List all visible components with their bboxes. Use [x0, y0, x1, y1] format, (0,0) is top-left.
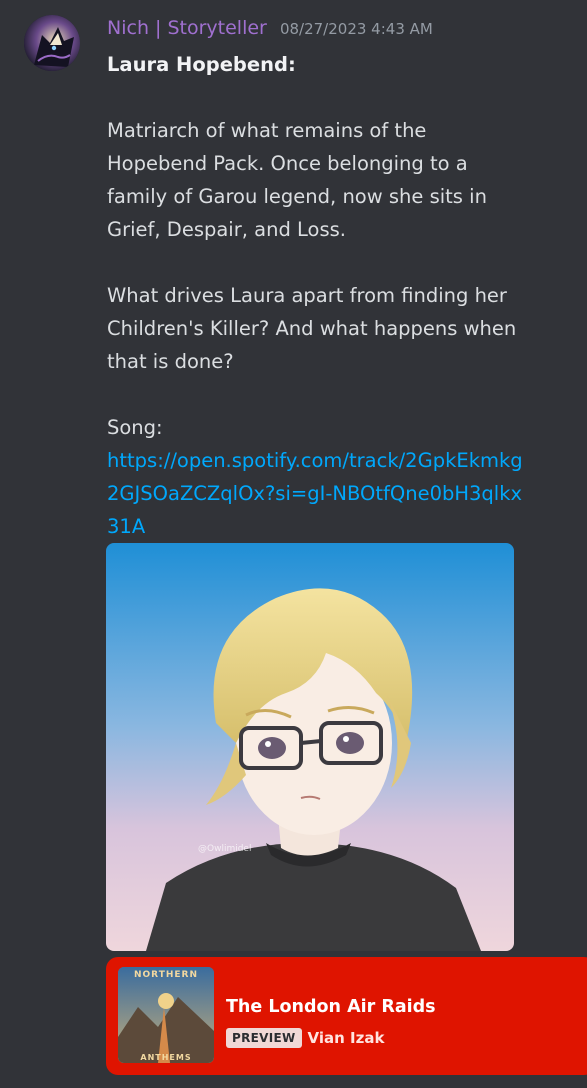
wolf-avatar-icon — [24, 15, 80, 71]
cover-title-text: NORTHERN — [134, 970, 198, 980]
image-watermark: @Owlimidel — [198, 844, 251, 854]
chat-message: Nich | Storyteller 08/27/2023 4:43 AM La… — [0, 0, 587, 1088]
character-heading: Laura Hopebend: — [107, 53, 296, 76]
album-cover[interactable]: NORTHERN ANTHEMS — [118, 967, 214, 1063]
description-paragraph: Matriarch of what remains of the Hopeben… — [107, 119, 487, 241]
song-label: Song: — [107, 416, 163, 439]
cover-subtitle-text: ANTHEMS — [140, 1053, 191, 1062]
character-image[interactable]: @Owlimidel — [106, 543, 514, 951]
artist-name[interactable]: Vian Izak — [308, 1029, 385, 1047]
username[interactable]: Nich | Storyteller — [107, 17, 267, 39]
track-meta: PREVIEW Vian Izak — [226, 1028, 384, 1048]
album-art-icon: NORTHERN ANTHEMS — [118, 967, 214, 1063]
timestamp[interactable]: 08/27/2023 4:43 AM — [280, 20, 433, 38]
user-avatar[interactable] — [24, 15, 80, 71]
question-paragraph: What drives Laura apart from finding her… — [107, 284, 517, 373]
message-header: Nich | Storyteller 08/27/2023 4:43 AM — [107, 17, 433, 39]
spotify-link[interactable]: https://open.spotify.com/track/2GpkEkmkg… — [107, 449, 523, 538]
preview-badge: PREVIEW — [226, 1028, 302, 1048]
message-content: Laura Hopebend: Matriarch of what remain… — [107, 48, 527, 543]
track-title[interactable]: The London Air Raids — [226, 997, 436, 1017]
character-portrait-image: @Owlimidel — [106, 543, 514, 951]
spotify-embed[interactable]: NORTHERN ANTHEMS The London Air Raids PR… — [106, 957, 587, 1075]
